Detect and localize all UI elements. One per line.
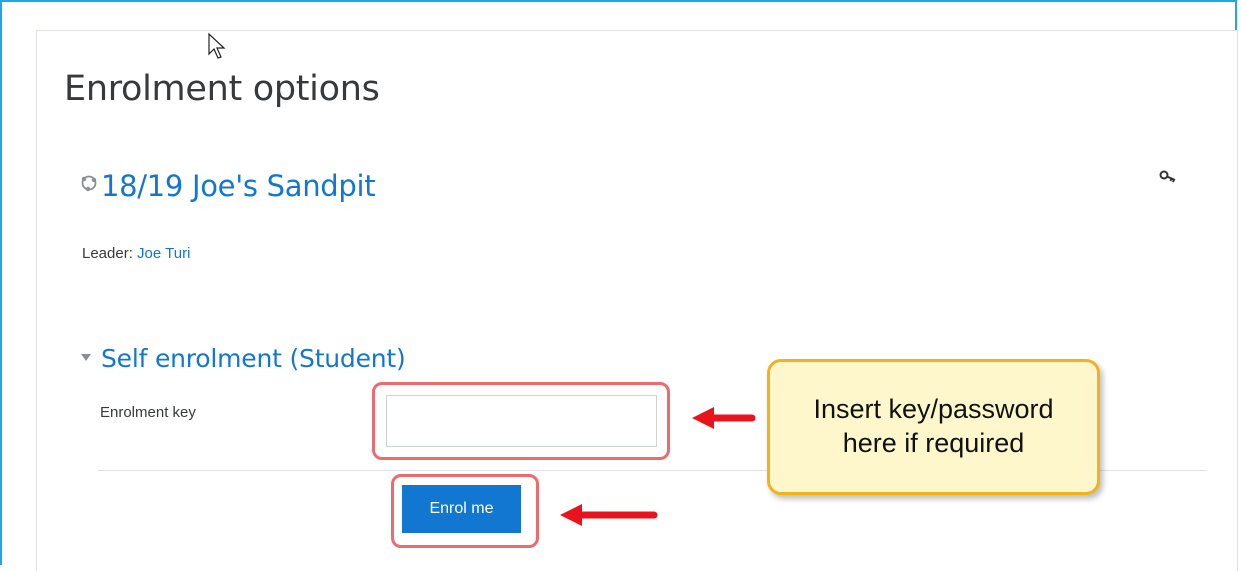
collapse-triangle-icon[interactable] (80, 353, 92, 363)
course-leader: Leader: Joe Turi (82, 245, 190, 262)
callout-text: Insert key/password here if required (770, 392, 1097, 460)
button-highlight-outline (391, 474, 539, 548)
red-arrow-icon (692, 407, 756, 429)
self-enrolment-section-title[interactable]: Self enrolment (Student) (101, 344, 406, 373)
course-name-link[interactable]: 18/19 Joe's Sandpit (101, 169, 376, 203)
input-highlight-outline (372, 382, 670, 460)
callout-line-2: here if required (842, 428, 1025, 458)
mouse-cursor-icon (208, 32, 226, 59)
course-icon (81, 175, 97, 192)
leader-name-link[interactable]: Joe Turi (137, 245, 190, 262)
red-arrow-icon (560, 504, 658, 526)
enrolment-key-label: Enrolment key (100, 404, 196, 421)
key-icon (1159, 170, 1176, 183)
page-title: Enrolment options (64, 69, 380, 109)
annotation-callout: Insert key/password here if required (767, 359, 1100, 495)
callout-line-1: Insert key/password (813, 394, 1054, 424)
leader-label: Leader: (82, 245, 133, 262)
